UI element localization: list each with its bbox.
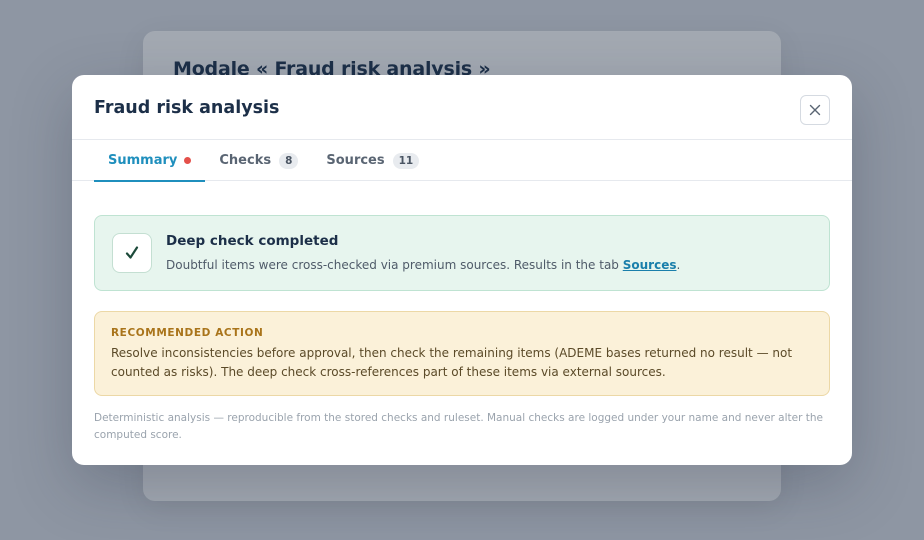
tab-sources-label: Sources: [326, 153, 385, 168]
check-icon-box: [112, 233, 152, 273]
success-text-body: Doubtful items were cross-checked via pr…: [166, 258, 623, 272]
modal-body: Deep check completed Doubtful items were…: [72, 181, 852, 444]
tab-checks[interactable]: Checks 8: [205, 140, 312, 181]
success-title: Deep check completed: [166, 233, 339, 249]
recommended-action-banner: RECOMMENDED ACTION Resolve inconsistenci…: [94, 311, 830, 396]
tab-checks-label: Checks: [219, 153, 272, 168]
check-icon: [125, 246, 139, 259]
close-button[interactable]: [800, 95, 830, 125]
tab-summary-label: Summary: [108, 153, 178, 168]
sources-link[interactable]: Sources: [623, 258, 677, 272]
modal-header: Fraud risk analysis: [72, 75, 852, 140]
close-icon: [809, 104, 821, 116]
success-banner: Deep check completed Doubtful items were…: [94, 215, 830, 291]
alert-dot-icon: [184, 157, 192, 164]
footnote: Deterministic analysis — reproducible fr…: [94, 412, 823, 441]
tab-bar: Summary Checks 8 Sources 11: [72, 140, 852, 182]
tab-summary[interactable]: Summary: [94, 140, 206, 182]
modal-title: Fraud risk analysis: [94, 98, 280, 118]
success-text-end: .: [676, 258, 681, 272]
fraud-risk-modal: Fraud risk analysis Summary Checks 8 Sou…: [72, 75, 852, 465]
success-text: Doubtful items were cross-checked via pr…: [166, 258, 680, 272]
tab-checks-count: 8: [279, 152, 299, 169]
tab-sources[interactable]: Sources 11: [312, 140, 433, 181]
recommended-action-text: Resolve inconsistencies before approval,…: [111, 346, 793, 379]
tab-sources-count: 11: [392, 152, 420, 169]
recommended-action-label: RECOMMENDED ACTION: [111, 327, 264, 339]
